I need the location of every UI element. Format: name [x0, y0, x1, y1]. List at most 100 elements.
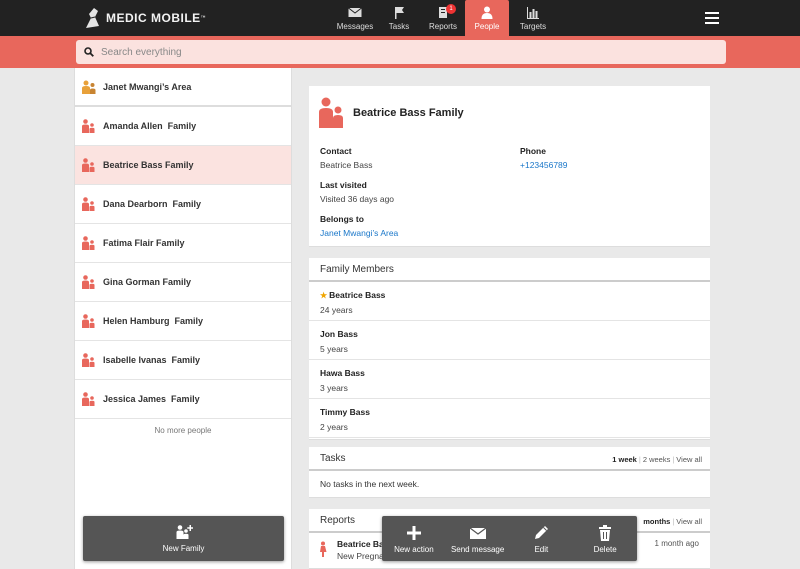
- search-box[interactable]: [76, 40, 726, 64]
- member-age: 2 years: [320, 422, 348, 432]
- filter-1-week[interactable]: 1 week: [612, 455, 637, 464]
- tasks-view-all-link[interactable]: View all: [676, 455, 702, 464]
- family-label: Beatrice Bass Family: [103, 160, 194, 170]
- flag-icon: [395, 7, 404, 19]
- family-name: Beatrice Bass Family: [353, 107, 464, 119]
- search-bar: [0, 36, 800, 68]
- brand-name: MEDIC MOBILE: [106, 11, 201, 25]
- edit-label: Edit: [534, 544, 549, 554]
- report-title: Beatrice Ba: [337, 539, 384, 549]
- brand-logo[interactable]: MEDIC MOBILE ™: [82, 6, 206, 30]
- reports-filters: months | View all: [643, 517, 702, 526]
- primary-contact-star-icon: ★: [320, 291, 328, 300]
- list-item-family[interactable]: Helen Hamburg Family: [75, 302, 291, 341]
- hamburger-menu-icon[interactable]: [705, 12, 719, 24]
- bar-chart-icon: [527, 7, 539, 19]
- report-time: 1 month ago: [654, 539, 699, 548]
- add-family-icon: [176, 525, 193, 539]
- list-item-family[interactable]: Dana Dearborn Family: [75, 185, 291, 224]
- search-input[interactable]: [101, 46, 701, 58]
- member-row[interactable]: Hawa Bass 3 years: [309, 360, 710, 399]
- family-label: Gina Gorman Family: [103, 277, 192, 287]
- search-icon: [84, 47, 94, 57]
- belongs-to-field: Belongs to Janet Mwangi’s Area: [320, 214, 398, 238]
- family-icon: [82, 353, 95, 367]
- action-bar: New action Send message Edit Delete: [382, 516, 637, 561]
- family-summary-card: Beatrice Bass Family Contact Beatrice Ba…: [309, 86, 710, 247]
- list-item-family[interactable]: Jessica James Family: [75, 380, 291, 419]
- member-name-wrap: ★ Beatrice Bass: [320, 290, 699, 300]
- last-visited-field: Last visited Visited 36 days ago: [320, 180, 394, 204]
- family-label: Helen Hamburg Family: [103, 316, 204, 326]
- family-label: Dana Dearborn Family: [103, 199, 202, 209]
- family-label: Jessica James Family: [103, 394, 200, 404]
- member-name: Hawa Bass: [320, 368, 365, 378]
- send-message-label: Send message: [450, 544, 505, 554]
- list-item-family[interactable]: Fatima Flair Family: [75, 224, 291, 263]
- phone-label: Phone: [520, 146, 546, 156]
- list-item-family-selected[interactable]: Beatrice Bass Family: [75, 146, 291, 185]
- new-action-button[interactable]: New action: [382, 516, 446, 561]
- nav-tasks[interactable]: Tasks: [377, 0, 421, 36]
- send-message-button[interactable]: Send message: [446, 516, 510, 561]
- list-item-family[interactable]: Gina Gorman Family: [75, 263, 291, 302]
- member-name: Beatrice Bass: [329, 290, 386, 300]
- new-action-label: New action: [394, 544, 434, 554]
- member-age: 5 years: [320, 344, 348, 354]
- family-icon: [82, 197, 95, 211]
- nav-tasks-label: Tasks: [388, 22, 410, 31]
- list-item-family[interactable]: Isabelle Ivanas Family: [75, 341, 291, 380]
- family-icon: [82, 392, 95, 406]
- reports-view-all-link[interactable]: View all: [676, 517, 702, 526]
- last-visited-label: Last visited: [320, 180, 367, 190]
- edit-button[interactable]: Edit: [510, 516, 574, 561]
- family-icon: [82, 275, 95, 289]
- family-icon: [82, 158, 95, 172]
- family-icon: [319, 97, 343, 128]
- nav-reports[interactable]: 1 Reports: [421, 0, 465, 36]
- nav-messages[interactable]: Messages: [333, 0, 377, 36]
- member-name: Timmy Bass: [320, 407, 370, 417]
- contact-field: Contact Beatrice Bass: [320, 146, 372, 170]
- family-members-title: Family Members: [320, 263, 394, 275]
- envelope-icon: [469, 527, 486, 539]
- tasks-card: Tasks 1 week | 2 weeks | View all No tasks i…: [309, 447, 710, 498]
- belongs-to-label: Belongs to: [320, 214, 364, 224]
- tasks-header: Tasks 1 week | 2 weeks | View all: [309, 447, 710, 471]
- list-item-family[interactable]: Amanda Allen Family: [75, 107, 291, 146]
- delete-button[interactable]: Delete: [573, 516, 637, 561]
- top-bar: MEDIC MOBILE ™ Messages Tasks 1 Reports P…: [0, 0, 800, 36]
- family-label: Isabelle Ivanas Family: [103, 355, 201, 365]
- list-item-area[interactable]: Janet Mwangi’s Area: [75, 68, 291, 107]
- nav-reports-label: Reports: [428, 22, 457, 31]
- new-family-button[interactable]: New Family: [83, 516, 284, 561]
- family-icon: [82, 236, 95, 250]
- envelope-icon: [348, 7, 362, 17]
- plus-icon: [406, 525, 421, 540]
- nav-people-label: People: [474, 22, 500, 31]
- area-label: Janet Mwangi’s Area: [103, 81, 192, 92]
- member-row[interactable]: Jon Bass 5 years: [309, 321, 710, 360]
- nav-targets[interactable]: Targets: [509, 0, 557, 36]
- member-name: Jon Bass: [320, 329, 358, 339]
- reports-title: Reports: [320, 514, 356, 526]
- family-icon: [82, 119, 95, 133]
- member-age: 24 years: [320, 305, 353, 315]
- main-nav: Messages Tasks 1 Reports People Targets: [333, 0, 557, 36]
- contact-label: Contact: [320, 146, 352, 156]
- filter-months[interactable]: months: [643, 517, 670, 526]
- belongs-to-link[interactable]: Janet Mwangi’s Area: [320, 228, 398, 238]
- new-family-label: New Family: [162, 544, 205, 553]
- nav-people[interactable]: People: [465, 0, 509, 36]
- member-row[interactable]: Timmy Bass 2 years: [309, 399, 710, 438]
- member-age: 3 years: [320, 383, 348, 393]
- summary-header: Beatrice Bass Family: [317, 96, 464, 130]
- tasks-title: Tasks: [320, 452, 346, 464]
- family-members-header: Family Members: [309, 258, 710, 282]
- phone-link[interactable]: +123456789: [520, 160, 568, 170]
- filter-2-weeks[interactable]: 2 weeks: [643, 455, 671, 464]
- contact-value: Beatrice Bass: [320, 160, 373, 170]
- nav-targets-label: Targets: [519, 22, 547, 31]
- area-icon: [82, 80, 96, 94]
- member-row[interactable]: ★ Beatrice Bass 24 years: [309, 282, 710, 321]
